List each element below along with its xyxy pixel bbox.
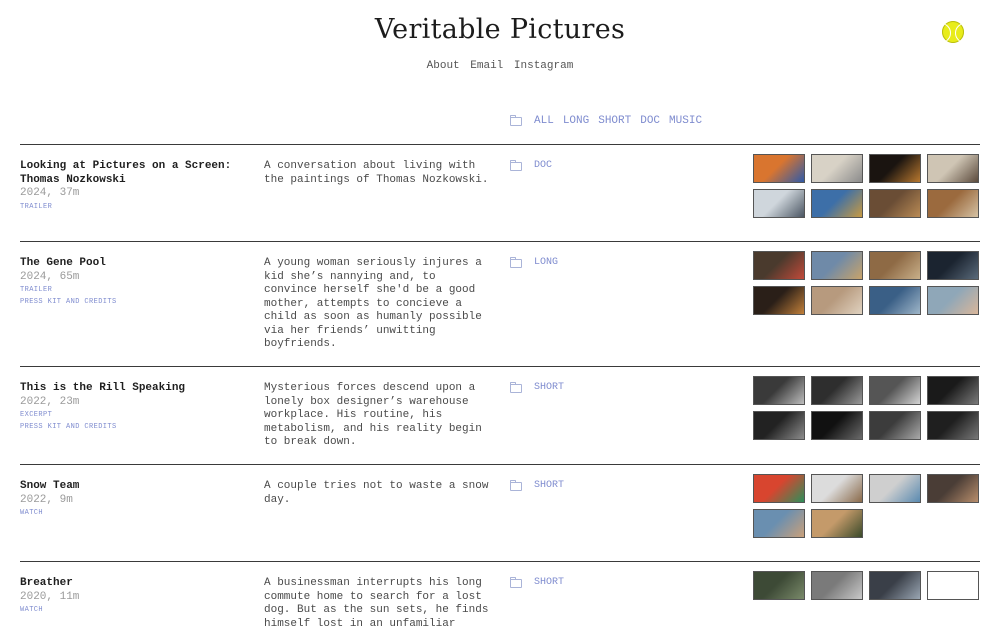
folder-icon	[510, 159, 522, 171]
film-category: DOC	[510, 159, 552, 171]
filter-doc[interactable]: DOC	[640, 115, 660, 127]
film-links: TRAILER	[20, 201, 52, 213]
site-title: Veritable Pictures	[374, 14, 626, 45]
folder-icon	[510, 381, 522, 393]
divider	[20, 561, 980, 562]
film-still-thumbnail[interactable]	[869, 251, 921, 280]
film-links: EXCERPT PRESS KIT AND CREDITS	[20, 409, 117, 433]
film-still-thumbnail[interactable]	[869, 411, 921, 440]
nav-instagram-link[interactable]: Instagram	[514, 60, 573, 72]
category-link[interactable]: DOC	[534, 160, 552, 171]
film-title-text[interactable]: Looking at Pictures on a Screen: Thomas …	[20, 160, 231, 186]
excerpt-link[interactable]: EXCERPT	[20, 409, 117, 421]
film-still-thumbnail[interactable]	[869, 286, 921, 315]
film-title[interactable]: Snow Team 2022, 9m	[20, 480, 250, 507]
film-meta: 2024, 65m	[20, 270, 80, 283]
film-still-thumbnail[interactable]	[811, 189, 863, 218]
film-meta: 2020, 11m	[20, 590, 80, 603]
film-links: TRAILER PRESS KIT AND CREDITS	[20, 284, 117, 308]
film-title[interactable]: Breather 2020, 11m	[20, 577, 250, 604]
film-meta: 2024, 37m	[20, 187, 80, 199]
press-kit-link[interactable]: PRESS KIT AND CREDITS	[20, 421, 117, 433]
film-category: SHORT	[510, 576, 564, 588]
category-link[interactable]: SHORT	[534, 480, 564, 491]
category-filter-bar: ALL LONG SHORT DOC MUSIC	[510, 115, 711, 127]
film-still-thumbnail[interactable]	[869, 474, 921, 503]
film-title-text[interactable]: This is the Rill Speaking	[20, 382, 185, 394]
film-title[interactable]: This is the Rill Speaking 2022, 23m	[20, 382, 250, 409]
film-still-thumbnail[interactable]	[869, 376, 921, 405]
divider	[20, 241, 980, 242]
film-still-thumbnail[interactable]	[927, 571, 979, 600]
press-kit-link[interactable]: PRESS KIT AND CREDITS	[20, 296, 117, 308]
film-still-thumbnail[interactable]	[753, 154, 805, 183]
film-still-thumbnail[interactable]	[869, 154, 921, 183]
film-still-thumbnail[interactable]	[869, 571, 921, 600]
film-links: WATCH	[20, 604, 43, 616]
folder-icon	[510, 479, 522, 491]
film-still-thumbnail[interactable]	[927, 154, 979, 183]
trailer-link[interactable]: TRAILER	[20, 284, 117, 296]
film-still-thumbnail[interactable]	[753, 411, 805, 440]
watch-link[interactable]: WATCH	[20, 507, 43, 519]
film-description: A couple tries not to waste a snow day.	[264, 480, 489, 506]
film-meta: 2022, 9m	[20, 493, 73, 506]
film-description: A businessman interrupts his long commut…	[264, 577, 489, 630]
category-link[interactable]: SHORT	[534, 382, 564, 393]
film-still-thumbnail[interactable]	[811, 509, 863, 538]
trailer-link[interactable]: TRAILER	[20, 201, 52, 213]
filter-all[interactable]: ALL	[534, 115, 554, 127]
film-description: Mysterious forces descend upon a lonely …	[264, 382, 482, 448]
film-still-thumbnail[interactable]	[753, 509, 805, 538]
film-still-thumbnail[interactable]	[753, 571, 805, 600]
film-still-thumbnail[interactable]	[811, 286, 863, 315]
film-title-text[interactable]: Snow Team	[20, 480, 79, 492]
film-still-thumbnail[interactable]	[811, 154, 863, 183]
film-still-thumbnail[interactable]	[811, 571, 863, 600]
film-title[interactable]: The Gene Pool 2024, 65m	[20, 257, 250, 284]
filter-short[interactable]: SHORT	[598, 115, 631, 127]
film-still-thumbnail[interactable]	[927, 411, 979, 440]
filter-music[interactable]: MUSIC	[669, 115, 702, 127]
film-category: LONG	[510, 256, 558, 268]
film-still-thumbnail[interactable]	[811, 251, 863, 280]
film-category: SHORT	[510, 381, 564, 393]
film-description: A conversation about living with the pai…	[264, 160, 489, 186]
film-still-thumbnail[interactable]	[753, 376, 805, 405]
film-title-text[interactable]: Breather	[20, 577, 73, 589]
divider	[20, 144, 980, 145]
divider	[20, 366, 980, 367]
film-still-thumbnail[interactable]	[811, 376, 863, 405]
film-still-thumbnail[interactable]	[927, 376, 979, 405]
film-still-thumbnail[interactable]	[927, 286, 979, 315]
film-still-thumbnail[interactable]	[753, 286, 805, 315]
category-link[interactable]: LONG	[534, 257, 558, 268]
folder-icon	[510, 115, 522, 126]
watch-link[interactable]: WATCH	[20, 604, 43, 616]
nav-about-link[interactable]: About	[427, 60, 460, 72]
folder-icon	[510, 576, 522, 588]
film-still-thumbnail[interactable]	[753, 474, 805, 503]
film-links: WATCH	[20, 507, 43, 519]
film-still-thumbnail[interactable]	[753, 189, 805, 218]
tennis-ball-icon[interactable]	[942, 21, 964, 43]
film-description: A young woman seriously injures a kid sh…	[264, 257, 482, 350]
folder-icon	[510, 256, 522, 268]
film-still-thumbnail[interactable]	[869, 189, 921, 218]
film-category: SHORT	[510, 479, 564, 491]
film-still-thumbnail[interactable]	[811, 411, 863, 440]
film-meta: 2022, 23m	[20, 395, 80, 408]
top-nav: About Email Instagram	[0, 60, 1000, 72]
film-still-thumbnail[interactable]	[811, 474, 863, 503]
filter-long[interactable]: LONG	[563, 115, 589, 127]
film-still-thumbnail[interactable]	[753, 251, 805, 280]
film-still-thumbnail[interactable]	[927, 189, 979, 218]
film-title[interactable]: Looking at Pictures on a Screen: Thomas …	[20, 160, 250, 201]
divider	[20, 464, 980, 465]
film-still-thumbnail[interactable]	[927, 251, 979, 280]
nav-email-link[interactable]: Email	[470, 60, 503, 72]
category-link[interactable]: SHORT	[534, 577, 564, 588]
film-still-thumbnail[interactable]	[927, 474, 979, 503]
film-title-text[interactable]: The Gene Pool	[20, 257, 106, 269]
